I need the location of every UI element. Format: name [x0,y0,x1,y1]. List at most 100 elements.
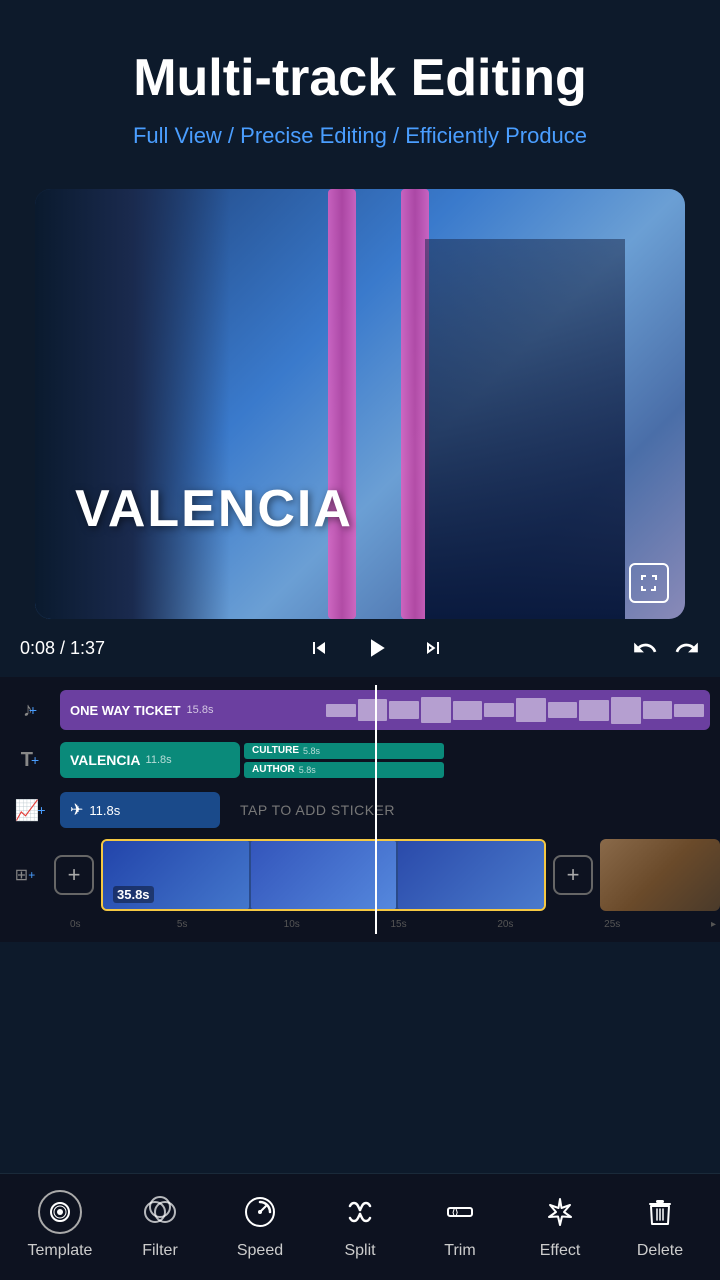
music-clip-label: ONE WAY TICKET [70,703,181,718]
wave-bar [453,701,483,720]
ruler-mark-end: ▸ [711,919,716,930]
secondary-text-duration-2: 5.8s [299,765,316,775]
secondary-text-clips: CULTURE 5.8s AUTHOR 5.8s [244,743,444,778]
toolbar-filter[interactable]: Filter [120,1190,200,1260]
text-track-icon: T + [0,749,60,772]
time-display: 0:08 / 1:37 [20,638,120,659]
sticker-add-label: TAP TO ADD STICKER [240,802,395,818]
timeline-ruler: 0s 5s 10s 15s 20s 25s ▸ [0,915,720,934]
wave-bar [484,703,514,717]
sticker-track-icon: 📈 + [0,798,60,823]
sticker-clip[interactable]: ✈ 11.8s [60,792,220,828]
secondary-text-clip-1[interactable]: CULTURE 5.8s [244,743,444,759]
toolbar-delete[interactable]: Delete [620,1190,700,1260]
music-clip[interactable]: ONE WAY TICKET 15.8s [60,690,710,730]
add-music-icon[interactable]: + [29,702,37,718]
tracks-container: ♪ + ONE WAY TICKET 15.8s [0,685,720,934]
wave-bar [421,697,451,723]
wave-bar [516,698,546,722]
trim-label: Trim [444,1242,475,1260]
add-text-icon[interactable]: + [31,752,39,768]
video-text-overlay: VALENCIA [75,479,353,539]
wave-bar [643,701,673,719]
control-buttons [307,633,445,663]
sticker-track-content: ✈ 11.8s TAP TO ADD STICKER [60,792,720,828]
timeline-area: ♪ + ONE WAY TICKET 15.8s [0,677,720,942]
ruler-mark-25s: 25s [604,919,711,930]
video-clip-duration: 35.8s [113,886,154,903]
toolbar-template[interactable]: Template [20,1190,100,1260]
wave-bar [579,700,609,721]
undo-button[interactable] [632,635,658,661]
secondary-text-clip-2[interactable]: AUTHOR 5.8s [244,762,444,778]
skip-forward-button[interactable] [421,636,445,660]
main-video-clip[interactable]: 35.8s [101,839,546,911]
video-icon: ⊞ [15,865,28,885]
pillar-1 [328,189,356,619]
toolbar-speed[interactable]: Speed [220,1190,300,1260]
video-thumb-3 [398,841,544,909]
wave-bar [674,704,704,717]
skip-back-button[interactable] [307,636,331,660]
speed-label: Speed [237,1242,283,1260]
wave-bar [358,699,388,721]
speed-icon [238,1190,282,1234]
wave-bar [611,697,641,724]
sticker-track-row: 📈 + ✈ 11.8s TAP TO ADD STICKER [0,785,720,835]
main-text-clip[interactable]: VALENCIA 11.8s [60,742,240,778]
delete-label: Delete [637,1242,683,1260]
wave-bar [389,701,419,719]
add-sticker-icon[interactable]: + [37,802,45,818]
add-clip-button-left[interactable]: + [54,855,94,895]
music-track-icon: ♪ + [0,699,60,722]
sticker-duration: 11.8s [89,803,120,818]
filter-icon [138,1190,182,1234]
filter-label: Filter [142,1242,178,1260]
music-clip-duration: 15.8s [187,704,214,716]
header-section: Multi-track Editing Full View / Precise … [0,0,720,169]
add-video-icon[interactable]: + [28,868,35,882]
wave-bar [326,704,356,717]
waveform [320,690,710,730]
toolbar-effect[interactable]: Effect [520,1190,600,1260]
secondary-text-label-2: AUTHOR [252,764,295,775]
trim-icon: ⟨⟩ [438,1190,482,1234]
main-text-duration: 11.8s [146,754,172,766]
ruler-mark-5s: 5s [177,919,284,930]
text-track-content: VALENCIA 11.8s CULTURE 5.8s AUTHOR 5.8s [60,742,720,778]
ruler-marks: 0s 5s 10s 15s 20s 25s ▸ [66,919,720,930]
template-label: Template [28,1242,93,1260]
person-area [425,239,625,619]
redo-button[interactable] [674,635,700,661]
sticker-add-area[interactable]: TAP TO ADD STICKER [228,792,710,828]
ruler-mark-20s: 20s [497,919,604,930]
wave-bar [548,702,578,718]
video-preview: VALENCIA [35,189,685,619]
main-title: Multi-track Editing [40,50,680,107]
delete-icon [638,1190,682,1234]
template-icon [38,1190,82,1234]
play-button[interactable] [361,633,391,663]
sticker-icon: 📈 [14,798,39,823]
video-thumb-2 [251,841,397,909]
music-track-content: ONE WAY TICKET 15.8s [60,690,720,730]
main-text-label: VALENCIA [70,752,141,768]
secondary-video-thumb [600,839,720,911]
ruler-mark-10s: 10s [284,919,391,930]
secondary-video-clip[interactable] [600,839,720,911]
fullscreen-button[interactable] [629,563,669,603]
effect-label: Effect [540,1242,581,1260]
dark-overlay [35,189,230,619]
text-clips-row: VALENCIA 11.8s CULTURE 5.8s AUTHOR 5.8s [60,742,710,778]
ruler-mark-15s: 15s [390,919,497,930]
music-track-row: ♪ + ONE WAY TICKET 15.8s [0,685,720,735]
effect-icon [538,1190,582,1234]
video-track-icon: ⊞ + [0,865,50,885]
video-thumbnails [103,841,544,909]
secondary-text-label-1: CULTURE [252,745,299,756]
add-clip-button-right[interactable]: + [553,855,593,895]
split-icon [338,1190,382,1234]
toolbar-trim[interactable]: ⟨⟩ Trim [420,1190,500,1260]
split-label: Split [344,1242,375,1260]
toolbar-split[interactable]: Split [320,1190,400,1260]
